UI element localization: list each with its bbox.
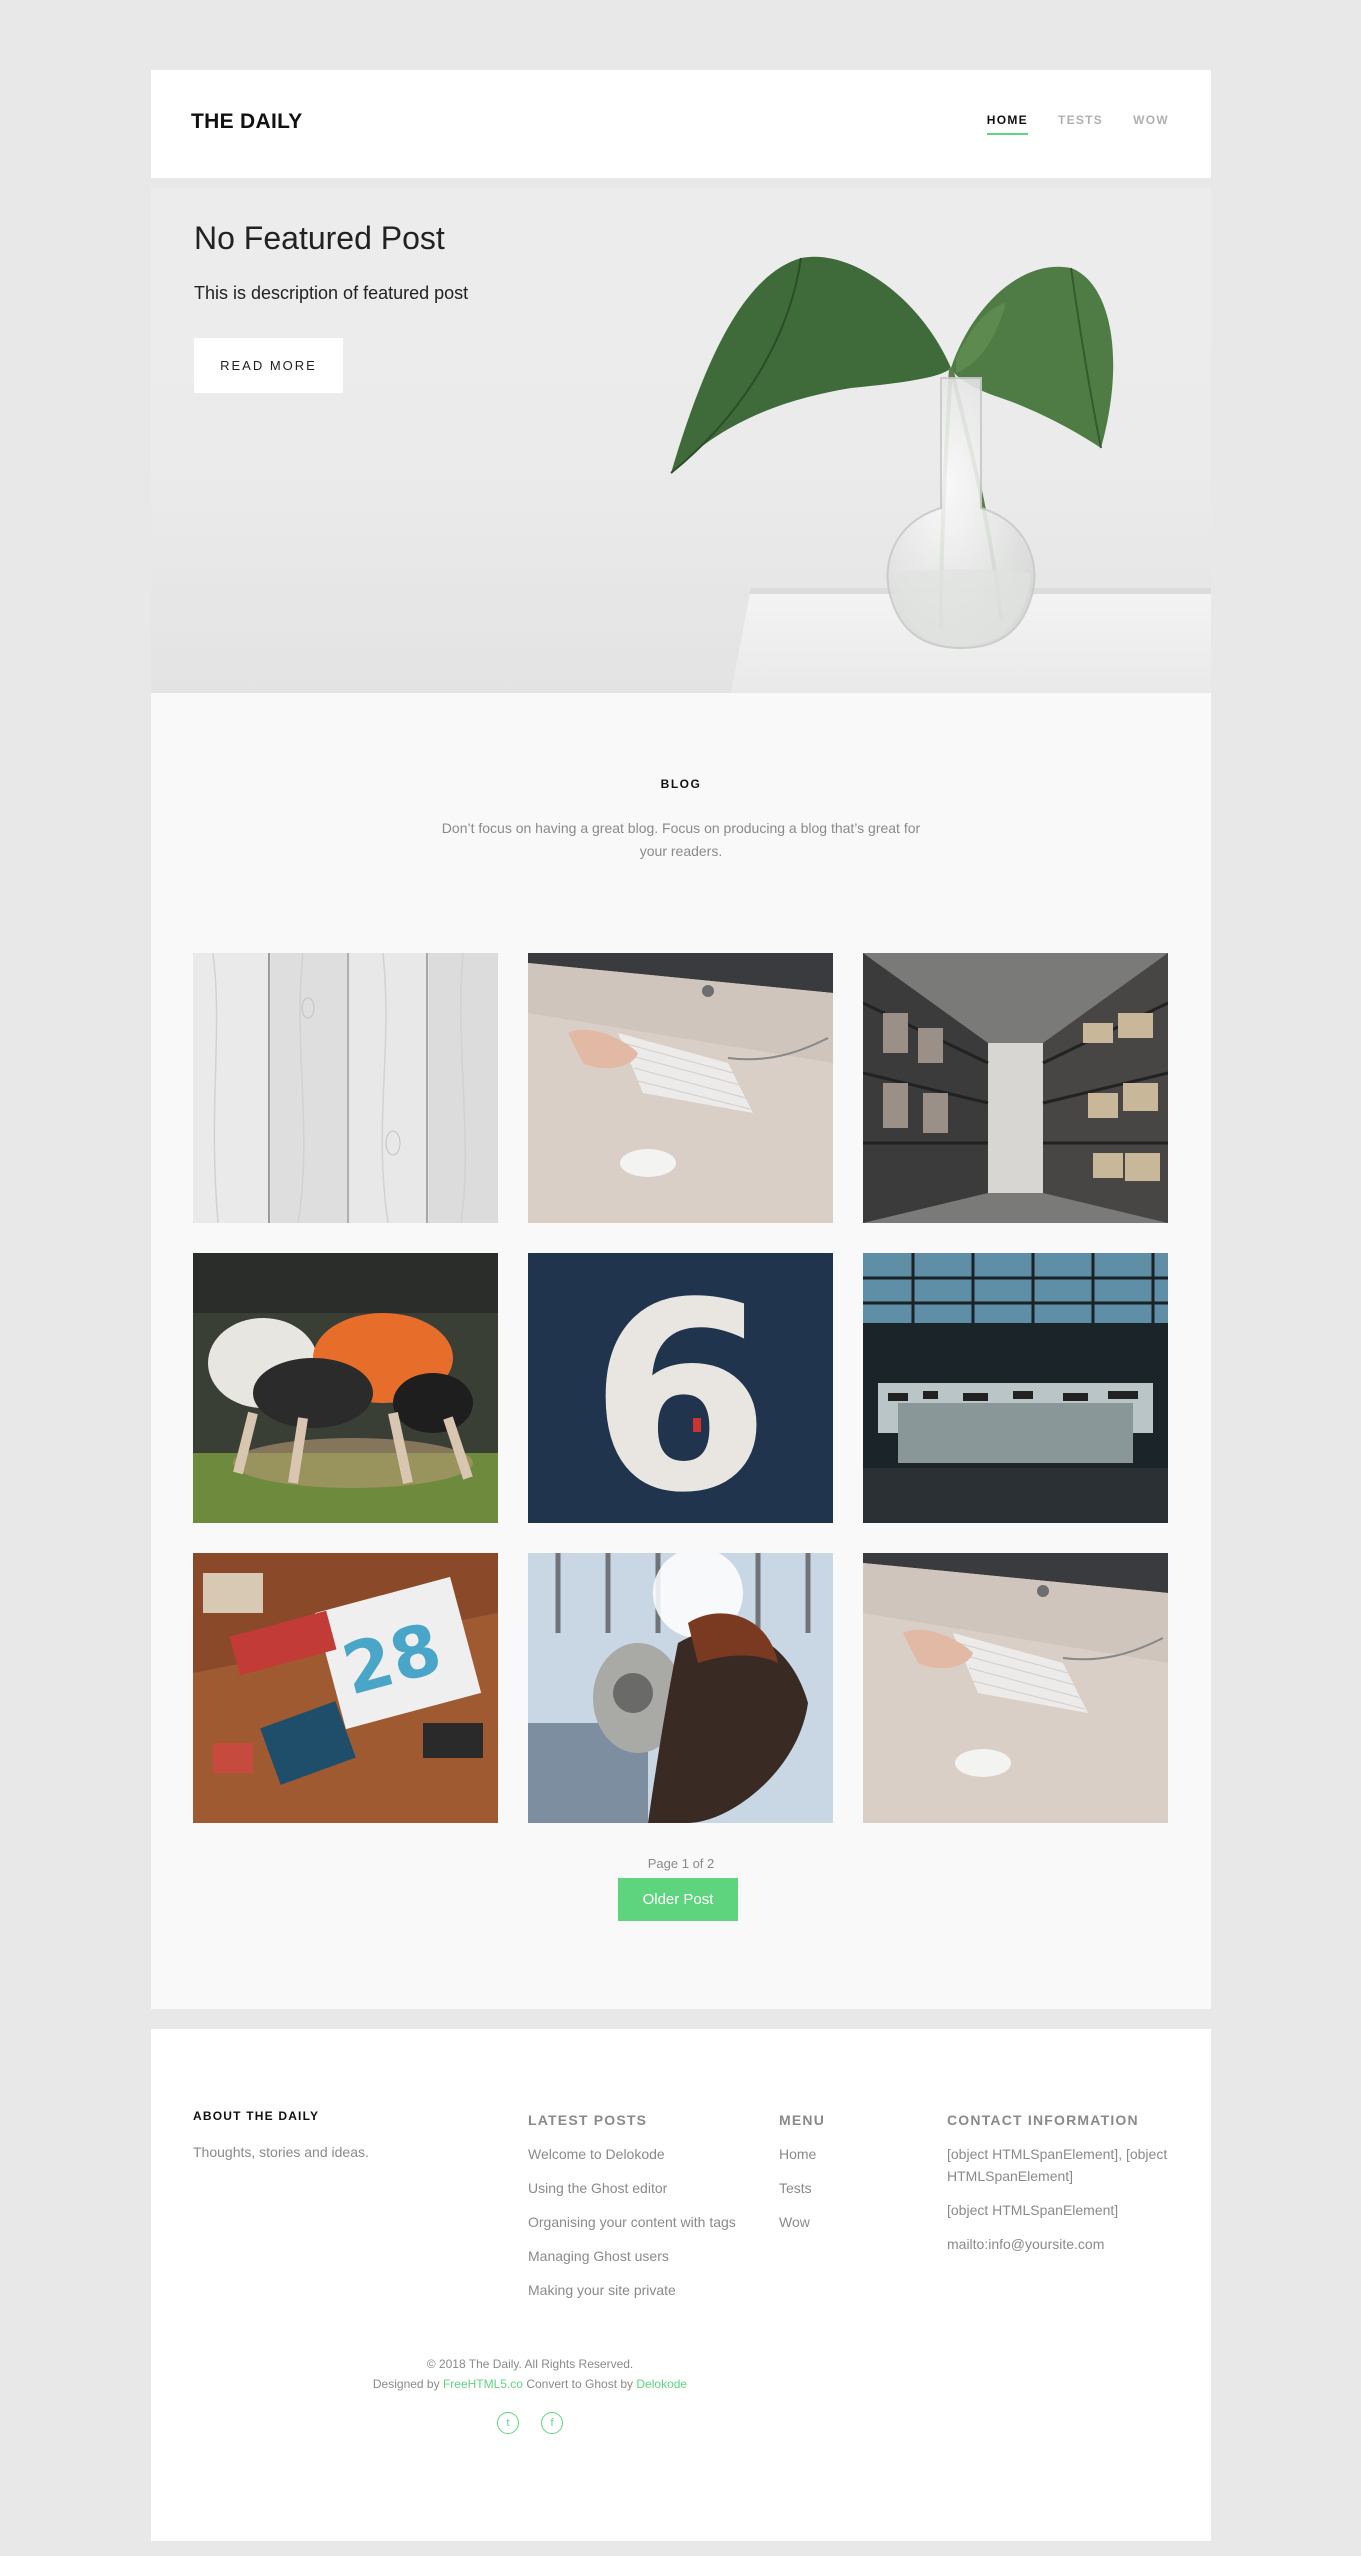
contact-email[interactable]: mailto:info@yoursite.com — [947, 2233, 1177, 2255]
footer-menu: MENU Home Tests Wow — [779, 2109, 919, 2245]
contact-address: [object HTMLSpanElement], [object HTMLSp… — [947, 2146, 1168, 2184]
freehtml5-link[interactable]: FreeHTML5.co — [443, 2377, 523, 2391]
nav-home[interactable]: HOME — [986, 113, 1029, 135]
post-card-keyboard-2[interactable] — [863, 1553, 1168, 1823]
credit-line: Designed by FreeHTML5.co Convert to Ghos… — [0, 2374, 1060, 2394]
site-brand[interactable]: THE DAILY — [191, 110, 303, 134]
archive-shelves-image — [863, 953, 1168, 1223]
nav-wow[interactable]: WOW — [1133, 113, 1169, 135]
credit-middle: Convert to Ghost by — [526, 2377, 634, 2391]
footer-contact-heading: CONTACT INFORMATION — [947, 2112, 1139, 2128]
keyboard-desk-image — [528, 953, 833, 1223]
post-card-white-wood[interactable] — [193, 953, 498, 1223]
hero-description: This is description of featured post — [194, 283, 469, 303]
svg-text:6: 6 — [590, 1253, 771, 1523]
copyright-block: © 2018 The Daily. All Rights Reserved. D… — [0, 2354, 1060, 2394]
post-card-binocular[interactable] — [528, 1553, 833, 1823]
site-footer: ABOUT THE DAILY Thoughts, stories and id… — [151, 2029, 1211, 2541]
contact-phone: [object HTMLSpanElement] — [947, 2202, 1119, 2218]
post-card-rugby[interactable] — [193, 1253, 498, 1523]
footer-contact: CONTACT INFORMATION [object HTMLSpanElem… — [947, 2109, 1177, 2267]
latest-post-link[interactable]: Managing Ghost users — [528, 2245, 758, 2267]
footer-about-heading: ABOUT THE DAILY — [193, 2109, 320, 2123]
latest-post-link[interactable]: Using the Ghost editor — [528, 2177, 758, 2199]
number-six-image: 6 — [528, 1253, 833, 1523]
post-card-desk-flatlay[interactable]: 28 — [193, 1553, 498, 1823]
rugby-scrum-image — [193, 1253, 498, 1523]
delokode-link[interactable]: Delokode — [636, 2377, 687, 2391]
post-card-six[interactable]: 6 — [528, 1253, 833, 1523]
hero-title[interactable]: No Featured Post — [194, 220, 445, 257]
desk-flatlay-image: 28 — [193, 1553, 498, 1823]
site-header: THE DAILY HOME TESTS WOW — [151, 70, 1211, 178]
latest-post-link[interactable]: Organising your content with tags — [528, 2211, 758, 2233]
nav-tests[interactable]: TESTS — [1058, 113, 1103, 135]
pagination-text: Page 1 of 2 — [647, 1856, 715, 1871]
blog-heading: BLOG — [660, 777, 702, 791]
control-room-image — [863, 1253, 1168, 1523]
keyboard-desk-image — [863, 1553, 1168, 1823]
main-nav: HOME TESTS WOW — [986, 113, 1169, 135]
credit-prefix: Designed by — [372, 2377, 440, 2391]
facebook-icon[interactable]: f — [541, 2412, 563, 2434]
footer-menu-home[interactable]: Home — [779, 2143, 919, 2165]
social-links: t f — [0, 2412, 1060, 2434]
footer-menu-tests[interactable]: Tests — [779, 2177, 919, 2199]
white-wood-image — [193, 953, 498, 1223]
post-card-control-room[interactable] — [863, 1253, 1168, 1523]
older-post-button[interactable]: Older Post — [618, 1878, 738, 1921]
post-card-keyboard[interactable] — [528, 953, 833, 1223]
footer-menu-wow[interactable]: Wow — [779, 2211, 919, 2233]
footer-latest-heading: LATEST POSTS — [528, 2112, 648, 2128]
featured-hero: No Featured Post This is description of … — [151, 188, 1211, 693]
blog-section: BLOG Don’t focus on having a great blog.… — [151, 693, 1211, 2009]
footer-menu-heading: MENU — [779, 2112, 826, 2128]
footer-latest-posts: LATEST POSTS Welcome to Delokode Using t… — [528, 2109, 758, 2313]
post-card-archive[interactable] — [863, 953, 1168, 1223]
read-more-button[interactable]: READ MORE — [194, 338, 343, 393]
copyright-text: © 2018 The Daily. All Rights Reserved. — [426, 2357, 634, 2371]
latest-post-link[interactable]: Welcome to Delokode — [528, 2143, 758, 2165]
twitter-icon[interactable]: t — [497, 2412, 519, 2434]
footer-about: ABOUT THE DAILY Thoughts, stories and id… — [193, 2109, 493, 2163]
footer-about-text: Thoughts, stories and ideas. — [193, 2144, 369, 2160]
post-grid: 6 28 — [193, 953, 1169, 1823]
plant-vase-image — [670, 256, 1211, 693]
blog-intro: Don’t focus on having a great blog. Focu… — [441, 820, 921, 859]
latest-post-link[interactable]: Making your site private — [528, 2279, 758, 2301]
binocular-viewer-image — [528, 1553, 833, 1823]
